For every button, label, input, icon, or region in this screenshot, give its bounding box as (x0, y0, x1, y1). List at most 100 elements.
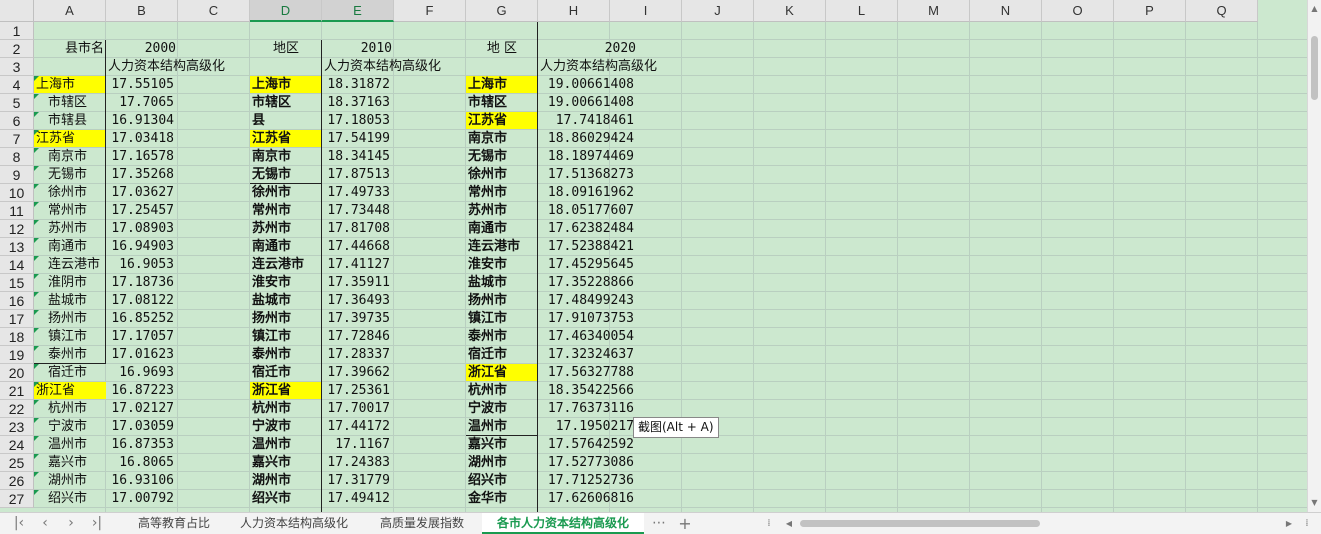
cell-B10[interactable]: 17.03627 (106, 184, 176, 201)
cell-H10[interactable]: 18.09161962 (538, 184, 636, 201)
column-header-i[interactable]: I (610, 0, 682, 22)
cell-E6[interactable]: 17.18053 (322, 112, 392, 129)
cell-A21[interactable]: 浙江省 (34, 382, 106, 399)
column-header-q[interactable]: Q (1186, 0, 1258, 22)
row-header[interactable]: 26 (0, 472, 34, 490)
cell-G14[interactable]: 淮安市 (466, 256, 537, 273)
row-header[interactable]: 7 (0, 130, 34, 148)
cell-A9[interactable]: 无锡市 (34, 166, 106, 183)
row-header[interactable]: 20 (0, 364, 34, 382)
cell-G11[interactable]: 苏州市 (466, 202, 537, 219)
row-header[interactable]: 4 (0, 76, 34, 94)
cell-A10[interactable]: 徐州市 (34, 184, 106, 201)
cell-D22[interactable]: 杭州市 (250, 400, 321, 417)
vertical-scrollbar[interactable]: ▲ ▼ (1307, 0, 1321, 512)
row-header[interactable]: 27 (0, 490, 34, 508)
more-tabs-icon[interactable]: ⋯ (648, 513, 670, 534)
row-header[interactable]: 12 (0, 220, 34, 238)
cell-D16[interactable]: 盐城市 (250, 292, 321, 309)
cell-H18[interactable]: 17.46340054 (538, 328, 636, 345)
cell-H24[interactable]: 17.57642592 (538, 436, 636, 453)
cell-G6[interactable]: 江苏省 (466, 112, 537, 129)
cell-G26[interactable]: 绍兴市 (466, 472, 537, 489)
cell-E2[interactable]: 2010 (322, 40, 394, 58)
cell-D6[interactable]: 县 (250, 112, 321, 129)
cell-D14[interactable]: 连云港市 (250, 256, 321, 273)
cell-E17[interactable]: 17.39735 (322, 310, 392, 327)
splitter-right-icon[interactable]: ⁞ (1300, 513, 1314, 534)
cell-D24[interactable]: 温州市 (250, 436, 321, 453)
next-sheet-icon[interactable]: › (60, 513, 82, 534)
cell-A11[interactable]: 常州市 (34, 202, 106, 219)
vertical-scroll-thumb[interactable] (1311, 36, 1318, 100)
first-sheet-icon[interactable]: |‹ (8, 513, 30, 534)
cell-H3[interactable]: 人力资本结构高级化 (538, 58, 682, 76)
column-header-l[interactable]: L (826, 0, 898, 22)
cell-D5[interactable]: 市辖区 (250, 94, 321, 111)
cell-E4[interactable]: 18.31872 (322, 76, 392, 93)
cell-D21[interactable]: 浙江省 (250, 382, 321, 399)
cell-A18[interactable]: 镇江市 (34, 328, 106, 345)
cell-B12[interactable]: 17.08903 (106, 220, 176, 237)
cell-D17[interactable]: 扬州市 (250, 310, 321, 327)
cell-A6[interactable]: 市辖县 (34, 112, 106, 129)
cell-G9[interactable]: 徐州市 (466, 166, 537, 183)
cell-G4[interactable]: 上海市 (466, 76, 537, 93)
cell-E23[interactable]: 17.44172 (322, 418, 392, 435)
cell-E24[interactable]: 17.1167 (322, 436, 392, 453)
cell-H2[interactable]: 2020 (538, 40, 638, 58)
cell-E10[interactable]: 17.49733 (322, 184, 392, 201)
cell-H4[interactable]: 19.00661408 (538, 76, 636, 93)
cell-A22[interactable]: 杭州市 (34, 400, 106, 417)
cell-H25[interactable]: 17.52773086 (538, 454, 636, 471)
row-header[interactable]: 11 (0, 202, 34, 220)
tab-quality-index[interactable]: 高质量发展指数 (364, 513, 480, 534)
cell-B14[interactable]: 16.9053 (106, 256, 176, 273)
cell-A16[interactable]: 盐城市 (34, 292, 106, 309)
cell-E19[interactable]: 17.28337 (322, 346, 392, 363)
cell-H8[interactable]: 18.18974469 (538, 148, 636, 165)
row-header[interactable]: 9 (0, 166, 34, 184)
cell-B22[interactable]: 17.02127 (106, 400, 176, 417)
cell-B20[interactable]: 16.9693 (106, 364, 176, 381)
cell-H13[interactable]: 17.52388421 (538, 238, 636, 255)
cell-A13[interactable]: 南通市 (34, 238, 106, 255)
row-header[interactable]: 8 (0, 148, 34, 166)
cell-H23[interactable]: 17.1950217 (538, 418, 636, 435)
cell-E11[interactable]: 17.73448 (322, 202, 392, 219)
cell-B21[interactable]: 16.87223 (106, 382, 176, 399)
row-header[interactable]: 17 (0, 310, 34, 328)
row-header[interactable]: 13 (0, 238, 34, 256)
scroll-down-icon[interactable]: ▼ (1308, 496, 1321, 510)
last-sheet-icon[interactable]: ›| (86, 513, 108, 534)
cell-G7[interactable]: 南京市 (466, 130, 537, 147)
column-header-o[interactable]: O (1042, 0, 1114, 22)
row-header[interactable]: 25 (0, 454, 34, 472)
cell-G15[interactable]: 盐城市 (466, 274, 537, 291)
row-header[interactable]: 22 (0, 400, 34, 418)
cell-D27[interactable]: 绍兴市 (250, 490, 321, 507)
row-header[interactable]: 21 (0, 382, 34, 400)
cell-B24[interactable]: 16.87353 (106, 436, 176, 453)
cell-D10[interactable]: 徐州市 (250, 184, 321, 201)
cell-E22[interactable]: 17.70017 (322, 400, 392, 417)
cell-G18[interactable]: 泰州市 (466, 328, 537, 345)
row-header[interactable]: 5 (0, 94, 34, 112)
cell-H15[interactable]: 17.35228866 (538, 274, 636, 291)
cell-G22[interactable]: 宁波市 (466, 400, 537, 417)
cell-E16[interactable]: 17.36493 (322, 292, 392, 309)
row-header[interactable]: 23 (0, 418, 34, 436)
cell-H14[interactable]: 17.45295645 (538, 256, 636, 273)
cell-D12[interactable]: 苏州市 (250, 220, 321, 237)
cell-H19[interactable]: 17.32324637 (538, 346, 636, 363)
cell-B4[interactable]: 17.55105 (106, 76, 176, 93)
cell-H11[interactable]: 18.05177607 (538, 202, 636, 219)
cell-E20[interactable]: 17.39662 (322, 364, 392, 381)
row-header[interactable]: 2 (0, 40, 34, 58)
column-header-p[interactable]: P (1114, 0, 1186, 22)
tab-city-human-capital[interactable]: 各市人力资本结构高级化 (482, 513, 644, 534)
cell-G12[interactable]: 南通市 (466, 220, 537, 237)
cell-H6[interactable]: 17.7418461 (538, 112, 636, 129)
cell-B7[interactable]: 17.03418 (106, 130, 176, 147)
row-header[interactable]: 15 (0, 274, 34, 292)
